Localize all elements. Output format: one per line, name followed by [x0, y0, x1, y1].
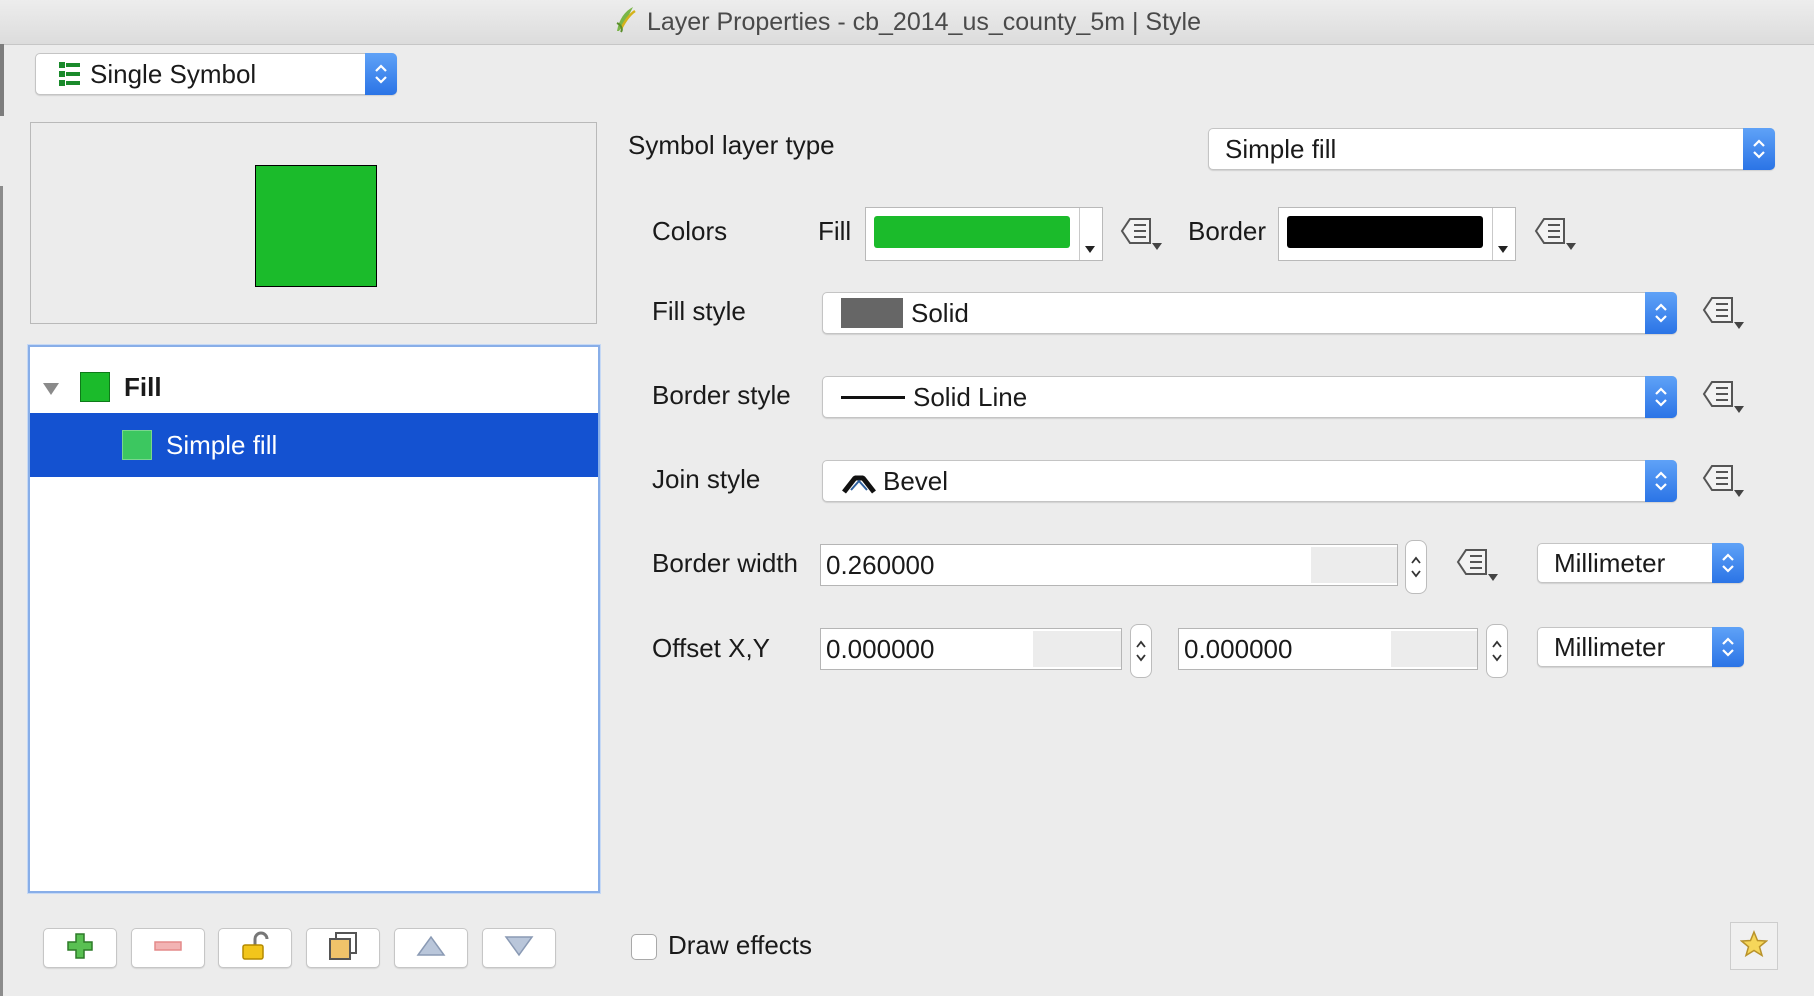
- draw-effects-checkbox[interactable]: [631, 934, 657, 960]
- chevron-updown-icon: [365, 53, 397, 95]
- fill-style-label: Fill style: [652, 296, 746, 326]
- border-width-unit-select[interactable]: Millimeter: [1537, 543, 1744, 583]
- border-width-value: 0.260000: [826, 549, 935, 580]
- draw-effects-label: Draw effects: [668, 930, 813, 960]
- window-title: Layer Properties - cb_2014_us_county_5m …: [646, 7, 1202, 36]
- join-style-label: Join style: [652, 464, 761, 494]
- border-width-input[interactable]: 0.260000: [820, 544, 1398, 586]
- fill-color-label: Fill: [818, 216, 852, 246]
- move-up-button[interactable]: [394, 928, 468, 968]
- tree-item-fill[interactable]: Fill: [30, 365, 598, 409]
- window-edge-lower: [0, 186, 3, 996]
- offset-y-value: 0.000000: [1184, 633, 1293, 664]
- fill-color-button[interactable]: [865, 207, 1103, 261]
- chevron-updown-icon: [1743, 128, 1775, 170]
- duplicate-layer-button[interactable]: [306, 928, 380, 968]
- chevron-updown-icon: [1645, 292, 1677, 334]
- offset-x-input[interactable]: 0.000000: [820, 628, 1122, 670]
- remove-layer-button[interactable]: [131, 928, 205, 968]
- dropdown-arrow-icon[interactable]: [1079, 208, 1102, 260]
- data-defined-override-icon[interactable]: [1534, 213, 1586, 257]
- fill-swatch: [80, 372, 110, 402]
- border-style-select[interactable]: Solid Line: [822, 376, 1677, 418]
- data-defined-override-icon[interactable]: [1702, 376, 1754, 420]
- chevron-updown-icon: [1645, 460, 1677, 502]
- tree-item-label: Fill: [124, 371, 162, 402]
- border-width-stepper[interactable]: [1405, 540, 1427, 594]
- arrow-down-icon: [504, 935, 534, 962]
- border-color-swatch: [1287, 216, 1483, 248]
- window-title-bar: Layer Properties - cb_2014_us_county_5m …: [0, 0, 1814, 45]
- colors-label: Colors: [652, 216, 728, 246]
- minus-icon: [154, 939, 182, 957]
- save-symbol-button[interactable]: [1730, 922, 1778, 970]
- window-edge: [0, 44, 4, 116]
- join-style-select[interactable]: Bevel: [822, 460, 1677, 502]
- offset-y-stepper[interactable]: [1486, 624, 1508, 678]
- offset-unit-select[interactable]: Millimeter: [1537, 627, 1744, 667]
- join-style-value: Bevel: [883, 465, 949, 496]
- input-filler: [1391, 631, 1477, 667]
- border-color-button[interactable]: [1278, 207, 1516, 261]
- input-filler: [1311, 547, 1397, 583]
- fill-style-swatch: [841, 298, 903, 328]
- border-style-value: Solid Line: [913, 381, 1028, 412]
- chevron-updown-icon: [1645, 376, 1677, 418]
- fill-style-select[interactable]: Solid: [822, 292, 1677, 334]
- border-width-label: Border width: [652, 548, 798, 578]
- preview-fill-square: [255, 165, 377, 287]
- offset-x-value: 0.000000: [826, 633, 935, 664]
- unlock-icon: [241, 931, 269, 966]
- chevron-updown-icon: [1712, 627, 1744, 667]
- duplicate-icon: [328, 931, 358, 966]
- renderer-select-value: Single Symbol: [90, 58, 257, 89]
- star-icon: [1739, 929, 1769, 963]
- offset-label: Offset X,Y: [652, 633, 771, 663]
- fill-style-value: Solid: [911, 297, 969, 328]
- bevel-join-icon: [841, 466, 877, 496]
- symbol-layer-type-value: Simple fill: [1225, 133, 1337, 164]
- data-defined-override-icon[interactable]: [1120, 213, 1172, 257]
- dropdown-arrow-icon[interactable]: [1492, 208, 1515, 260]
- offset-unit-value: Millimeter: [1554, 631, 1666, 662]
- simple-fill-swatch: [122, 430, 152, 460]
- qgis-icon: [613, 5, 637, 40]
- border-color-label: Border: [1188, 216, 1267, 246]
- offset-x-stepper[interactable]: [1130, 624, 1152, 678]
- tree-item-label: Simple fill: [166, 429, 278, 460]
- plus-icon: [66, 932, 94, 965]
- move-down-button[interactable]: [482, 928, 556, 968]
- data-defined-override-icon[interactable]: [1702, 292, 1754, 336]
- border-width-unit-value: Millimeter: [1554, 547, 1666, 578]
- symbol-preview: [30, 122, 597, 324]
- add-layer-button[interactable]: [43, 928, 117, 968]
- symbol-layer-type-label: Symbol layer type: [628, 130, 835, 160]
- symbol-layer-tree[interactable]: Fill Simple fill: [28, 345, 600, 893]
- expand-triangle-icon[interactable]: [42, 372, 62, 403]
- tree-item-simple-fill[interactable]: Simple fill: [30, 413, 598, 477]
- fill-color-swatch: [874, 216, 1070, 248]
- offset-y-input[interactable]: 0.000000: [1178, 628, 1478, 670]
- arrow-up-icon: [416, 935, 446, 962]
- renderer-select[interactable]: Single Symbol: [35, 53, 397, 95]
- data-defined-override-icon[interactable]: [1702, 460, 1754, 504]
- solid-line-icon: [841, 395, 905, 399]
- data-defined-override-icon[interactable]: [1456, 544, 1508, 588]
- chevron-updown-icon: [1712, 543, 1744, 583]
- single-symbol-icon: [56, 60, 82, 88]
- lock-layer-button[interactable]: [218, 928, 292, 968]
- input-filler: [1033, 631, 1121, 667]
- border-style-label: Border style: [652, 380, 791, 410]
- symbol-layer-type-select[interactable]: Simple fill: [1208, 128, 1775, 170]
